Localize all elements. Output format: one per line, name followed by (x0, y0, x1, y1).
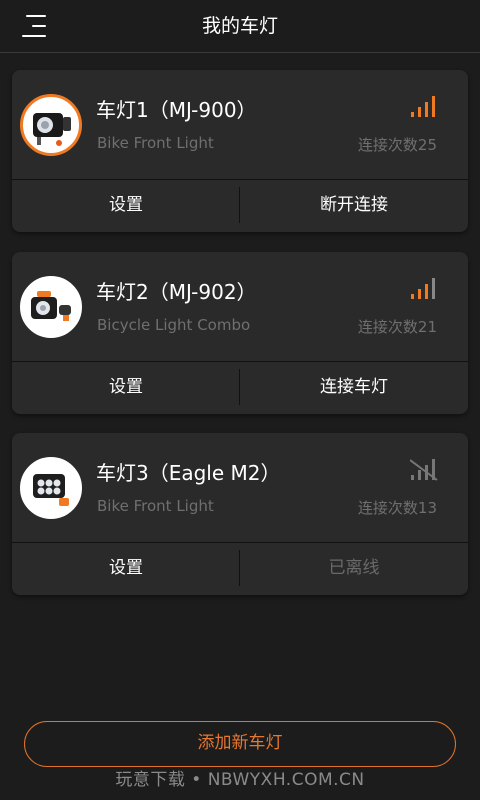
watermark: 玩意下载 • NBWYXH.COM.CN (115, 770, 365, 790)
connection-count: 连接次数13 (357, 499, 437, 517)
offline-status: 已离线 (328, 558, 380, 578)
bike-light-image-icon (33, 113, 71, 146)
connection-count: 连接次数25 (357, 136, 437, 154)
connect-button[interactable]: 连接车灯 (240, 362, 468, 414)
light-card-3[interactable]: 车灯3（Eagle M2） Bike Front Light 连接次数13 设置… (12, 433, 468, 595)
settings-button[interactable]: 设置 (12, 362, 240, 414)
settings-button[interactable]: 设置 (12, 543, 240, 595)
light-subtitle: Bicycle Light Combo (97, 316, 251, 334)
signal-icon (410, 278, 438, 300)
no-signal-icon (409, 459, 438, 481)
light-name: 车灯3（Eagle M2） (96, 461, 281, 485)
disconnect-button[interactable]: 断开连接 (240, 180, 468, 232)
top-bar: 我的车灯 (0, 0, 480, 53)
light-card-1[interactable]: 车灯1（MJ-900） Bike Front Light 连接次数25 设置 断… (12, 70, 468, 232)
light-subtitle: Bike Front Light (97, 497, 214, 515)
settings-button[interactable]: 设置 (12, 180, 240, 232)
light-name: 车灯2（MJ-902） (96, 280, 257, 304)
page-title: 我的车灯 (201, 15, 278, 37)
bike-light-combo-image-icon (31, 291, 71, 321)
light-avatar-1 (20, 94, 82, 156)
light-avatar-3 (20, 457, 82, 519)
add-light-button[interactable]: 添加新车灯 (24, 721, 456, 767)
light-name: 车灯1（MJ-900） (96, 98, 257, 122)
light-card-2[interactable]: 车灯2（MJ-902） Bicycle Light Combo 连接次数21 设… (12, 252, 468, 414)
connected-signal-icon (410, 96, 438, 118)
eagle-light-image-icon (33, 474, 69, 506)
light-avatar-2 (20, 276, 82, 338)
connection-count: 连接次数21 (357, 318, 437, 336)
light-subtitle: Bike Front Light (97, 134, 214, 152)
